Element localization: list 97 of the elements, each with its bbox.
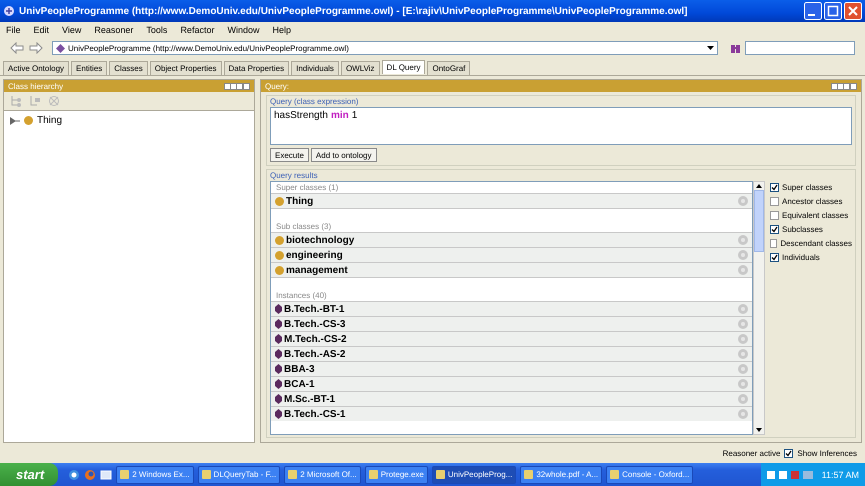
delete-icon[interactable] <box>48 95 60 107</box>
class-icon <box>275 196 284 206</box>
expression-editor[interactable]: hasStrength min 1 <box>270 107 852 145</box>
tab[interactable]: Object Properties <box>150 61 222 75</box>
panel-title: Query: <box>265 82 290 90</box>
expression-token: min <box>330 110 349 121</box>
class-icon <box>24 116 33 125</box>
tab[interactable]: OntoGraf <box>427 61 470 75</box>
checkbox[interactable] <box>770 239 778 248</box>
tab[interactable]: Individuals <box>291 61 339 75</box>
menu-item[interactable]: File <box>6 24 21 34</box>
checkbox-label: Individuals <box>782 253 820 262</box>
result-row[interactable]: management <box>271 262 752 277</box>
taskbar-button[interactable]: Protege.exe <box>364 466 428 484</box>
add-subclass-icon[interactable] <box>10 95 22 107</box>
window-icon <box>288 470 298 479</box>
back-icon[interactable] <box>10 42 24 54</box>
checkbox[interactable] <box>770 253 779 262</box>
checkbox-label: Super classes <box>782 183 832 192</box>
ontology-icon <box>56 44 65 52</box>
taskbar-button[interactable]: DLQueryTab - F... <box>198 466 280 484</box>
result-row[interactable]: M.Tech.-CS-2 <box>271 331 752 346</box>
tab[interactable]: Active Ontology <box>3 61 70 75</box>
menu-item[interactable]: Edit <box>34 24 50 34</box>
taskbar-button[interactable]: 2 Windows Ex... <box>116 466 194 484</box>
result-row[interactable]: BBA-3 <box>271 361 752 376</box>
window-icon <box>610 470 620 479</box>
result-row[interactable]: B.Tech.-BT-1 <box>271 301 752 316</box>
window-icon <box>436 470 445 479</box>
taskbar-button[interactable]: UnivPeopleProg... <box>432 466 516 484</box>
tab[interactable]: Entities <box>71 61 108 75</box>
result-row[interactable]: B.Tech.-CS-1 <box>271 406 752 421</box>
scroll-down-icon[interactable] <box>754 426 764 434</box>
search-field[interactable] <box>745 41 855 55</box>
group-label: Query results <box>270 171 319 180</box>
panel-controls-icon[interactable] <box>224 82 250 90</box>
checkbox[interactable] <box>784 448 794 458</box>
taskbar-button[interactable]: Console - Oxford... <box>606 466 694 484</box>
tab[interactable]: DL Query <box>382 60 426 74</box>
menu-item[interactable]: Refactor <box>180 24 214 34</box>
taskbar-button[interactable]: 2 Microsoft Of... <box>284 466 361 484</box>
expand-toggle-icon[interactable] <box>10 116 20 124</box>
section-header: Sub classes (3) <box>275 221 332 232</box>
maximize-button[interactable] <box>824 2 842 20</box>
result-row[interactable]: M.Sc.-BT-1 <box>271 391 752 406</box>
reasoner-status: Reasoner active <box>722 448 780 458</box>
taskbar-button[interactable]: 32whole.pdf - A... <box>520 466 602 484</box>
tab[interactable]: Classes <box>109 61 148 75</box>
tab[interactable]: Data Properties <box>224 61 290 75</box>
menu-item[interactable]: Reasoner <box>94 24 134 34</box>
checkbox-label: Ancestor classes <box>782 197 842 206</box>
add-sibling-icon[interactable] <box>29 95 41 107</box>
clock: 11:57 AM <box>822 470 859 480</box>
panel-controls-icon[interactable] <box>831 82 857 90</box>
query-button[interactable]: Execute <box>270 148 309 162</box>
checkbox-label: Show Inferences <box>797 448 857 458</box>
window-title: UnivPeopleProgramme (http://www.DemoUniv.edu/UnivPeopleProgramme.owl) - [E:\rajiv\UnivPeopleProgramme\UnivPeopleProgramme.owl] <box>19 6 688 16</box>
window-icon <box>120 470 130 479</box>
caret-icon <box>707 46 714 50</box>
info-icon[interactable] <box>738 196 748 206</box>
menu-item[interactable]: Window <box>227 24 260 34</box>
checkbox-label: Descendant classes <box>780 239 852 248</box>
window-icon[interactable] <box>100 468 112 480</box>
menu-item[interactable]: Tools <box>146 24 168 34</box>
checkbox[interactable] <box>770 211 779 220</box>
expression-token: hasStrength <box>274 110 328 121</box>
checkbox[interactable] <box>770 225 779 234</box>
expression-token: 1 <box>352 110 358 121</box>
menu-item[interactable]: View <box>62 24 82 34</box>
group-label: Query (class expression) <box>270 97 360 106</box>
minimize-button[interactable] <box>804 2 822 20</box>
result-row[interactable]: BCA-1 <box>271 376 752 391</box>
menu-item[interactable]: Help <box>272 24 291 34</box>
window-icon <box>524 470 534 479</box>
section-header: Instances (40) <box>275 290 328 301</box>
panel-title: Class hierarchy <box>8 82 64 90</box>
tree-item[interactable]: Thing <box>37 115 62 126</box>
checkbox[interactable] <box>770 183 779 192</box>
result-row[interactable]: B.Tech.-AS-2 <box>271 346 752 361</box>
ontology-dropdown[interactable]: UnivPeopleProgramme (http://www.DemoUniv.edu/UnivPeopleProgramme.owl) <box>52 41 718 55</box>
app-icon <box>3 5 15 17</box>
checkbox-label: Equivalent classes <box>782 211 848 220</box>
checkbox[interactable] <box>770 197 779 206</box>
checkbox-label: Subclasses <box>782 225 823 234</box>
result-row[interactable]: biotechnology <box>271 232 752 247</box>
scrollbar[interactable] <box>753 181 765 435</box>
query-button[interactable]: Add to ontology <box>310 148 377 162</box>
window-icon <box>202 470 211 479</box>
tab[interactable]: OWLViz <box>340 61 380 75</box>
window-icon <box>368 470 378 479</box>
close-button[interactable] <box>844 2 862 20</box>
result-row[interactable]: B.Tech.-CS-3 <box>271 316 752 331</box>
forward-icon[interactable] <box>29 42 43 54</box>
scrollbar-thumb[interactable] <box>754 190 764 252</box>
section-header: Super classes (1) <box>275 182 340 193</box>
result-row[interactable]: Thing <box>271 193 752 208</box>
result-row[interactable]: engineering <box>271 247 752 262</box>
